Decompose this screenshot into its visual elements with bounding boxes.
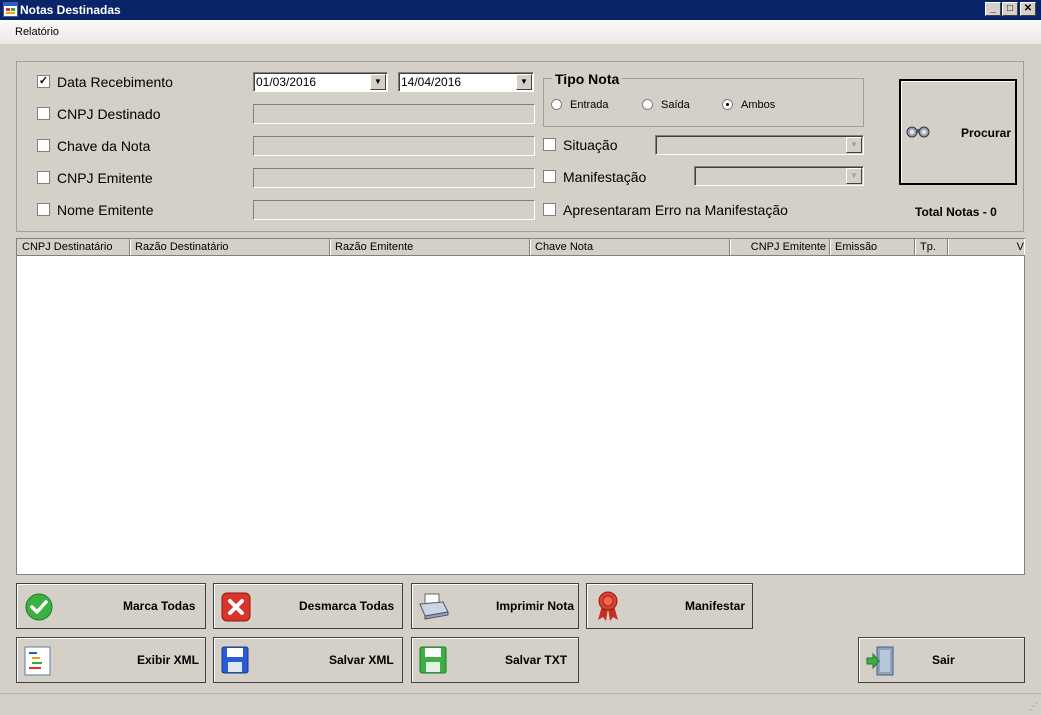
ribbon-award-icon <box>598 591 618 621</box>
chave-nota-input[interactable] <box>253 136 535 156</box>
radio-saida[interactable] <box>642 99 653 110</box>
salvar-xml-label: Salvar XML <box>329 653 394 667</box>
salvar-txt-label: Salvar TXT <box>505 653 568 667</box>
erro-manifestacao-checkbox[interactable] <box>543 203 556 216</box>
nome-emitente-input[interactable] <box>253 200 535 220</box>
col-razao-emitente[interactable]: Razão Emitente <box>330 239 530 255</box>
col-v[interactable]: V <box>948 239 1024 255</box>
cnpj-destinado-input[interactable] <box>253 104 535 124</box>
situacao-select[interactable]: ▼ <box>655 135 864 155</box>
exit-door-icon <box>866 646 894 676</box>
imprimir-nota-label: Imprimir Nota <box>496 599 575 613</box>
col-razao-destinatario[interactable]: Razão Destinatário <box>130 239 330 255</box>
sair-button[interactable]: Sair <box>858 637 1025 683</box>
table-header: CNPJ Destinatário Razão Destinatário Raz… <box>17 239 1024 256</box>
notes-table[interactable]: CNPJ Destinatário Razão Destinatário Raz… <box>16 238 1025 575</box>
total-notas: Total Notas - 0 <box>915 205 997 219</box>
manifestacao-checkbox[interactable] <box>543 170 556 183</box>
data-recebimento-checkbox[interactable]: ✓ <box>37 75 50 88</box>
col-tp[interactable]: Tp. <box>915 239 948 255</box>
form-icon <box>3 2 18 17</box>
chevron-down-icon[interactable]: ▼ <box>846 137 862 153</box>
chevron-down-icon[interactable]: ▼ <box>846 168 862 184</box>
data-recebimento-label: Data Recebimento <box>57 74 173 90</box>
window-title: Notas Destinadas <box>20 3 121 17</box>
radio-ambos-label: Ambos <box>741 99 776 111</box>
radio-saida-label: Saída <box>661 99 690 111</box>
title-bar: Notas Destinadas _ □ ✕ <box>0 0 1041 20</box>
chave-nota-checkbox[interactable] <box>37 139 50 152</box>
chevron-down-icon[interactable]: ▼ <box>370 74 386 90</box>
exibir-xml-button[interactable]: Exibir XML <box>16 637 206 683</box>
cnpj-emitente-input[interactable] <box>253 168 535 188</box>
col-chave-nota[interactable]: Chave Nota <box>530 239 730 255</box>
manifestar-label: Manifestar <box>685 599 746 613</box>
manifestar-button[interactable]: Manifestar <box>586 583 753 629</box>
check-circle-icon <box>25 593 53 621</box>
cnpj-destinado-label: CNPJ Destinado <box>57 106 161 122</box>
salvar-xml-button[interactable]: Salvar XML <box>213 637 403 683</box>
minimize-button[interactable]: _ <box>985 2 1001 16</box>
desmarca-todas-label: Desmarca Todas <box>299 599 395 613</box>
date-from-picker[interactable]: 01/03/2016 ▼ <box>253 72 388 92</box>
col-cnpj-destinatario[interactable]: CNPJ Destinatário <box>17 239 130 255</box>
menu-bar: Relatório <box>0 20 1041 44</box>
situacao-label: Situação <box>563 137 618 153</box>
marca-todas-button[interactable]: Marca Todas <box>16 583 206 629</box>
marca-todas-label: Marca Todas <box>123 599 196 613</box>
chevron-down-icon[interactable]: ▼ <box>516 74 532 90</box>
cnpj-emitente-checkbox[interactable] <box>37 171 50 184</box>
procurar-label: Procurar <box>961 126 1012 140</box>
resize-grip-icon[interactable]: ⋰ <box>1026 700 1038 712</box>
situacao-checkbox[interactable] <box>543 138 556 151</box>
radio-entrada-label: Entrada <box>570 99 609 111</box>
date-to-picker[interactable]: 14/04/2016 ▼ <box>398 72 534 92</box>
nome-emitente-checkbox[interactable] <box>37 203 50 216</box>
menu-relatorio[interactable]: Relatório <box>15 26 59 38</box>
status-bar: ⋰ <box>0 693 1041 715</box>
erro-manifestacao-label: Apresentaram Erro na Manifestação <box>563 202 788 218</box>
manifestacao-label: Manifestação <box>563 169 647 185</box>
salvar-txt-button[interactable]: Salvar TXT <box>411 637 579 683</box>
sair-label: Sair <box>932 653 955 667</box>
imprimir-nota-button[interactable]: Imprimir Nota <box>411 583 579 629</box>
chave-nota-label: Chave da Nota <box>57 138 151 154</box>
procurar-button[interactable]: Procurar <box>899 79 1017 185</box>
maximize-button[interactable]: □ <box>1002 2 1018 16</box>
cnpj-destinado-checkbox[interactable] <box>37 107 50 120</box>
exibir-xml-label: Exibir XML <box>137 653 200 667</box>
col-cnpj-emitente[interactable]: CNPJ Emitente <box>730 239 830 255</box>
tipo-nota-title: Tipo Nota <box>552 71 623 87</box>
desmarca-todas-button[interactable]: Desmarca Todas <box>213 583 403 629</box>
floppy-disk-green-icon <box>419 646 447 674</box>
close-button[interactable]: ✕ <box>1020 2 1036 16</box>
manifestacao-select[interactable]: ▼ <box>694 166 864 186</box>
cnpj-emitente-label: CNPJ Emitente <box>57 170 153 186</box>
floppy-disk-blue-icon <box>221 646 249 674</box>
printer-icon <box>419 593 449 620</box>
radio-ambos[interactable] <box>722 99 733 110</box>
binoculars-icon <box>906 126 930 138</box>
x-mark-icon <box>221 592 251 622</box>
col-emissao[interactable]: Emissão <box>830 239 915 255</box>
radio-entrada[interactable] <box>551 99 562 110</box>
document-tree-icon <box>24 646 51 676</box>
nome-emitente-label: Nome Emitente <box>57 202 154 218</box>
